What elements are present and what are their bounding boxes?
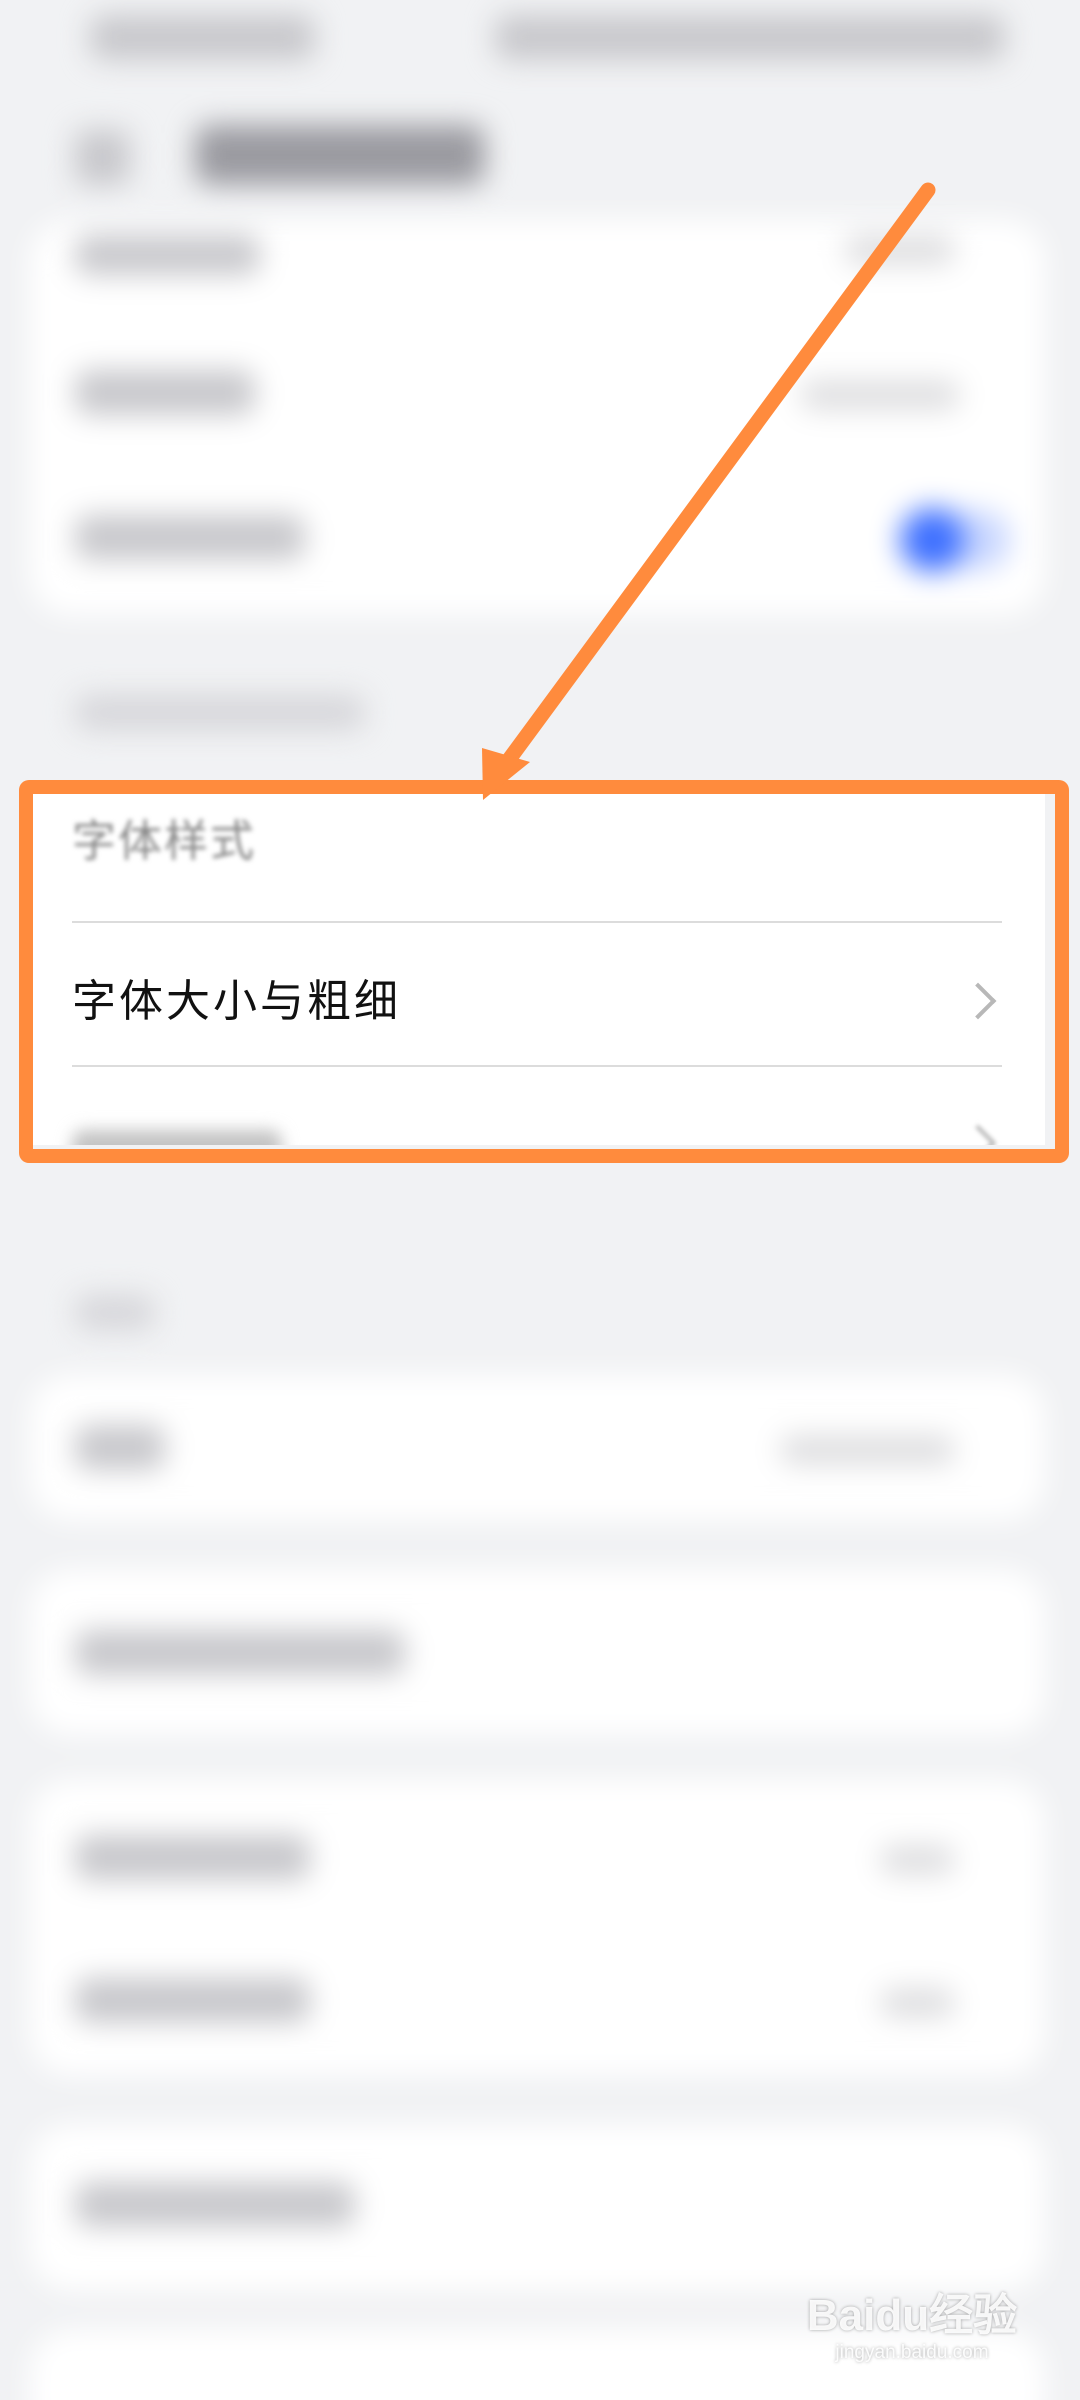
arrow-head bbox=[482, 748, 530, 800]
watermark-url: jingyan.baidu.com bbox=[835, 2342, 989, 2363]
arrow-shaft bbox=[497, 182, 936, 773]
screen: 字体样式 字体大小与粗细 Baidu经验 jingyan.baidu.com bbox=[0, 0, 1080, 2400]
watermark: Baidu经验 jingyan.baidu.com bbox=[802, 2290, 1022, 2380]
annotation-arrow bbox=[482, 182, 936, 800]
watermark-brand: Baidu经验 bbox=[806, 2291, 1018, 2340]
